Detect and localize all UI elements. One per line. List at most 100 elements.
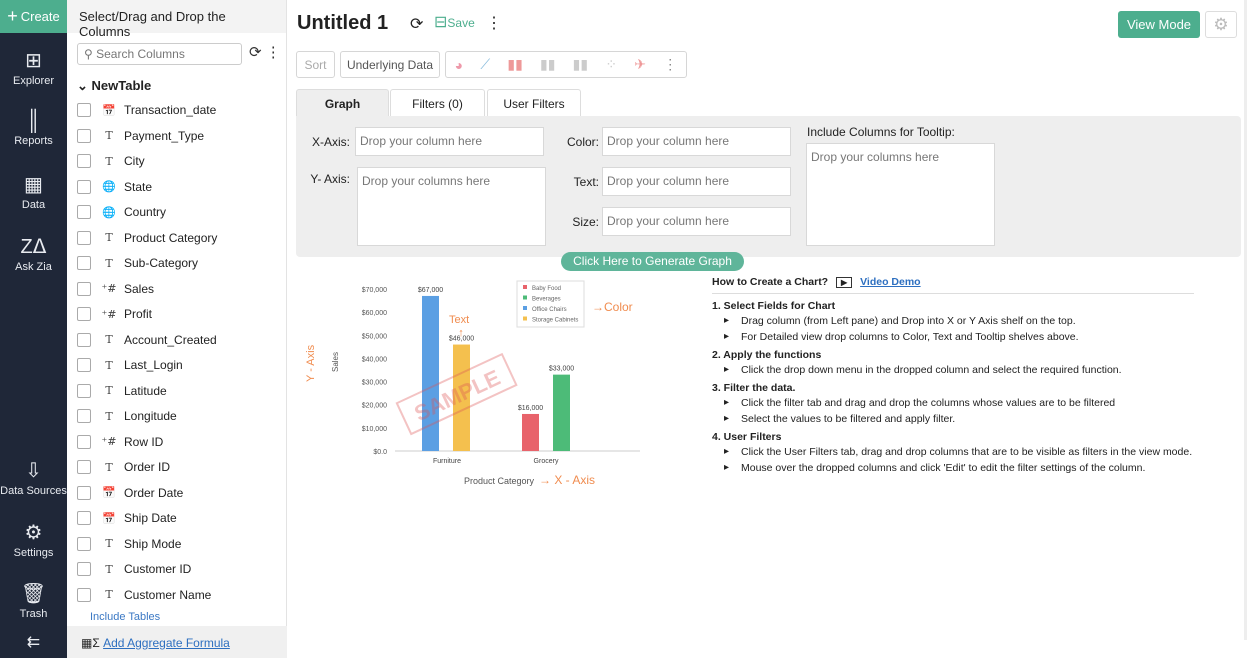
save-button[interactable]: ⊟Save (434, 12, 475, 32)
stacked-bar-icon[interactable]: ▮▮ (540, 56, 555, 73)
column-item[interactable]: T Product Category (77, 228, 217, 248)
color-drop[interactable]: Drop your column here (602, 127, 791, 156)
number-type-icon: ⁺# (101, 282, 117, 295)
help-step: For Detailed view drop columns to Color,… (724, 331, 1194, 343)
geo-type-icon: 🌐 (102, 180, 116, 193)
checkbox[interactable] (77, 460, 91, 474)
checkbox[interactable] (77, 587, 91, 602)
column-item[interactable]: 📅 Order Date (77, 483, 183, 503)
help-section-heading: 2. Apply the functions (712, 349, 822, 361)
checkbox[interactable] (77, 383, 91, 398)
table-name[interactable]: ⌄ NewTable (77, 78, 151, 94)
nav-trash[interactable]: 🗑 Trash (0, 581, 67, 620)
tab-graph[interactable]: Graph (296, 89, 389, 117)
tab-filters[interactable]: Filters (0) (390, 89, 485, 117)
nav-reports[interactable]: ║ Reports (0, 110, 67, 147)
checkbox[interactable] (77, 103, 91, 117)
x-axis-label: X-Axis: (311, 135, 350, 149)
checkbox[interactable] (77, 281, 91, 296)
checkbox[interactable] (77, 409, 91, 423)
more-icon[interactable]: ⋮ (486, 13, 502, 33)
checkbox[interactable] (77, 128, 91, 143)
column-item[interactable]: T Ship Mode (77, 534, 181, 554)
size-label: Size: (572, 215, 599, 229)
more-icon[interactable]: ⋮ (266, 44, 281, 61)
generate-graph-button[interactable]: Click Here to Generate Graph (561, 252, 744, 271)
text-type-icon: T (105, 333, 113, 346)
add-aggregate-formula-link[interactable]: Add Aggregate Formula (103, 636, 230, 650)
x-axis-drop[interactable]: Drop your column here (355, 127, 544, 156)
column-item[interactable]: T Customer Name (77, 585, 211, 605)
number-type-icon: ⁺# (101, 435, 117, 448)
checkbox[interactable] (77, 332, 91, 347)
data-label: $33,000 (549, 366, 574, 373)
more-charts-icon[interactable]: ⋮ (663, 56, 677, 73)
column-item[interactable]: ⁺# Profit (77, 304, 152, 324)
checkbox[interactable] (77, 230, 91, 245)
checkbox[interactable] (77, 256, 91, 270)
checkbox[interactable] (77, 205, 91, 219)
scatter-icon[interactable]: ⁘ (605, 56, 617, 73)
line-chart-icon[interactable]: ⟋ (480, 56, 490, 73)
nav-settings[interactable]: ⚙ Settings (0, 520, 67, 559)
pie-chart-icon[interactable]: ◕ (455, 57, 463, 73)
settings-gear-icon[interactable]: ⚙ (1205, 11, 1237, 38)
column-item[interactable]: 📅 Transaction_date (77, 100, 216, 120)
y-axis-drop[interactable]: Drop your columns here (357, 167, 546, 246)
left-nav: + Create ⊞ Explorer ║ Reports ▦ Data Zᐃ Ask Zia ⇩… (0, 0, 67, 658)
column-item[interactable]: T Payment_Type (77, 126, 204, 146)
include-tables-link[interactable]: Include Tables (90, 611, 160, 623)
view-mode-button[interactable]: View Mode (1118, 11, 1200, 38)
map-icon[interactable]: ✈ (634, 56, 646, 73)
column-item[interactable]: 📅 Ship Date (77, 508, 177, 528)
column-item[interactable]: T City (77, 151, 145, 171)
column-item[interactable]: T Order ID (77, 457, 170, 477)
search-columns-input[interactable]: ⚲ Search Columns (77, 43, 242, 65)
create-button[interactable]: + Create (0, 0, 67, 33)
video-demo-link[interactable]: Video Demo (860, 276, 921, 288)
checkbox[interactable] (77, 434, 91, 449)
column-item[interactable]: T Sub-Category (77, 253, 198, 273)
tooltip-drop[interactable]: Drop your columns here (806, 143, 995, 246)
column-item[interactable]: T Account_Created (77, 330, 217, 350)
underlying-data-button[interactable]: Underlying Data (340, 51, 440, 78)
legend-swatch (523, 306, 527, 310)
column-item[interactable]: T Latitude (77, 381, 167, 401)
arrow-up-icon: ↑ (458, 327, 464, 339)
legend-swatch (523, 316, 527, 321)
checkbox[interactable] (77, 154, 91, 168)
checkbox[interactable] (77, 485, 91, 500)
collapse-nav-icon[interactable]: ⇇ (0, 632, 67, 652)
nav-data-sources[interactable]: ⇩ Data Sources (0, 458, 67, 497)
refresh-icon[interactable]: ⟳ (410, 14, 423, 34)
nav-ask-zia[interactable]: Zᐃ Ask Zia (0, 234, 67, 273)
text-drop[interactable]: Drop your column here (602, 167, 791, 196)
page-title[interactable]: Untitled 1 (297, 12, 388, 35)
checkbox[interactable] (77, 179, 91, 194)
column-item[interactable]: 🌐 Country (77, 202, 166, 222)
column-item[interactable]: ⁺# Row ID (77, 432, 163, 452)
zia-icon: Zᐃ (20, 236, 47, 258)
columns-panel: Select/Drag and Drop the Columns ⚲ Searc… (67, 0, 287, 658)
checkbox[interactable] (77, 307, 91, 321)
column-item[interactable]: 🌐 State (77, 177, 152, 197)
grouped-bar-icon[interactable]: ▮▮ (573, 56, 588, 73)
column-item[interactable]: T Customer ID (77, 559, 191, 579)
checkbox[interactable] (77, 536, 91, 551)
refresh-icon[interactable]: ⟳ (249, 44, 262, 61)
help-step: Click the filter tab and drag and drop t… (724, 397, 1194, 409)
checkbox[interactable] (77, 562, 91, 576)
checkbox[interactable] (77, 358, 91, 372)
y-axis-annotation: Y - Axis (305, 344, 317, 382)
size-drop[interactable]: Drop your column here (602, 207, 791, 236)
tab-user-filters[interactable]: User Filters (487, 89, 581, 117)
column-item[interactable]: T Longitude (77, 406, 177, 426)
column-item[interactable]: T Last_Login (77, 355, 183, 375)
scrollbar[interactable] (1244, 0, 1247, 640)
nav-data[interactable]: ▦ Data (0, 172, 67, 211)
bar-chart-icon[interactable]: ▮▮ (507, 56, 522, 73)
sort-button[interactable]: Sort (296, 51, 335, 78)
nav-explorer[interactable]: ⊞ Explorer (0, 48, 67, 87)
column-item[interactable]: ⁺# Sales (77, 279, 154, 299)
checkbox[interactable] (77, 511, 91, 525)
